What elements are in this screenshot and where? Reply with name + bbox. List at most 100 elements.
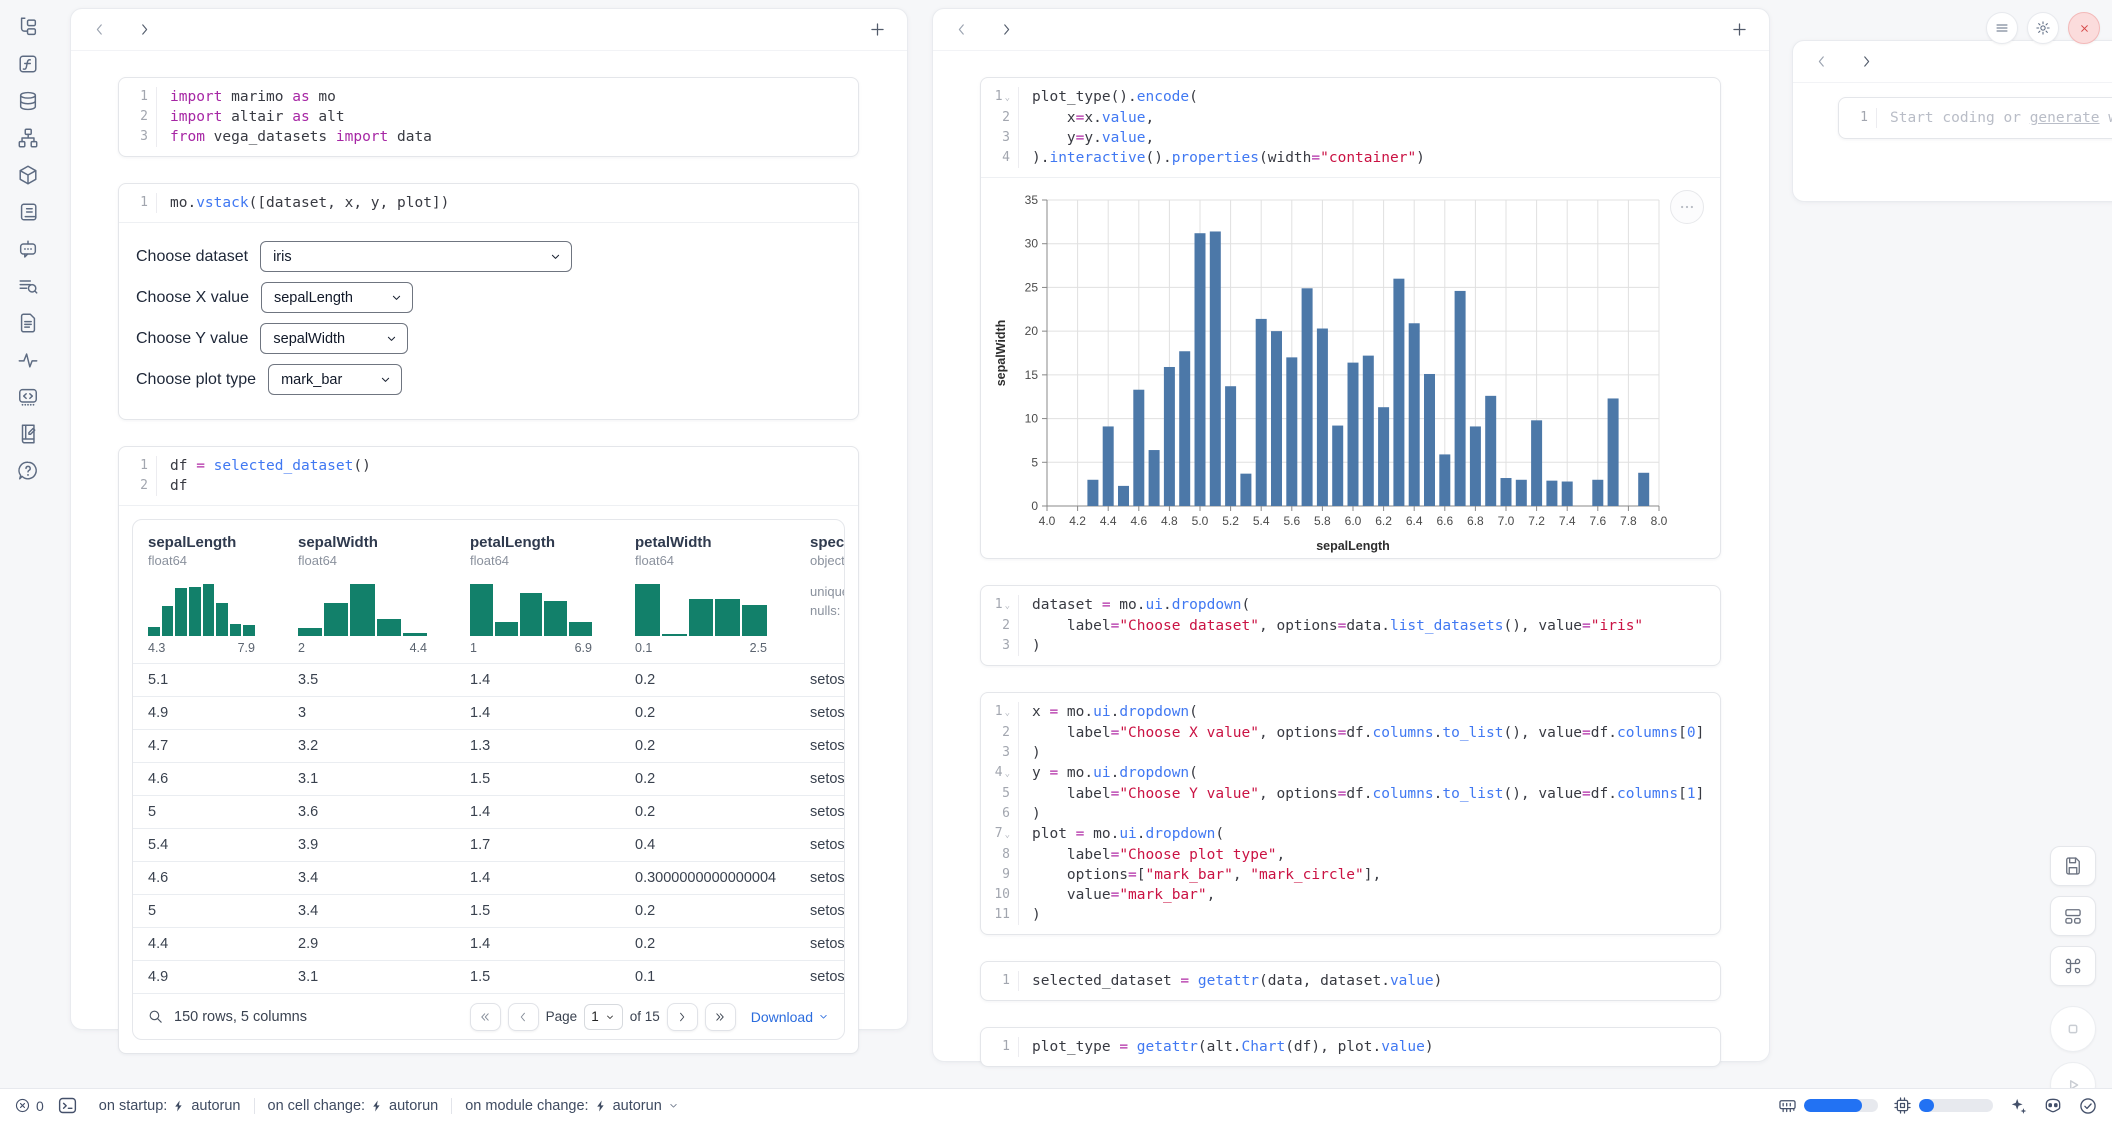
new-cell-editor[interactable]: 1 Start coding or generate with AI (1838, 97, 2112, 139)
dataframe-cell[interactable]: 1df = selected_dataset()2df sepalLengthf… (118, 446, 859, 1054)
packages-icon[interactable] (17, 164, 39, 186)
chart-menu-button[interactable] (1670, 190, 1704, 224)
table-column-petalWidth[interactable]: petalWidthfloat640.12.5 (620, 534, 795, 663)
search-icon[interactable] (147, 1008, 164, 1025)
outline-icon[interactable] (17, 386, 39, 408)
table-column-sepalLength[interactable]: sepalLengthfloat644.37.9 (133, 534, 283, 663)
ai-assist-button[interactable] (2008, 1096, 2028, 1116)
choose-x-value-select[interactable]: sepalLength (261, 282, 413, 313)
table-row[interactable]: 4.93.11.50.1setosa (133, 960, 844, 993)
table-row[interactable]: 4.63.41.40.3000000000000004setosa (133, 861, 844, 894)
activity-sidebar (0, 16, 56, 482)
memory-bar-fill (1804, 1099, 1862, 1112)
variables-icon[interactable] (17, 53, 39, 75)
altair-chart[interactable]: 4.04.24.44.64.85.05.25.45.65.86.06.26.46… (981, 178, 1720, 558)
lightning-icon (594, 1099, 608, 1113)
autorun-config[interactable]: on module change:autorun (465, 1098, 680, 1114)
close-button[interactable] (2068, 12, 2100, 44)
svg-text:5.0: 5.0 (1192, 514, 1209, 528)
table-row[interactable]: 5.43.91.70.4setosa (133, 828, 844, 861)
table-row[interactable]: 4.73.21.30.2setosa (133, 729, 844, 762)
dropdown-label: Choose plot type (136, 371, 256, 389)
column-forward-button[interactable] (1858, 53, 1875, 70)
svg-text:6.8: 6.8 (1467, 514, 1484, 528)
table-row[interactable]: 4.931.40.2setosa (133, 696, 844, 729)
layout-button[interactable] (2050, 896, 2096, 936)
plot-cell[interactable]: 1⌄plot_type().encode(2 x=x.value,3 y=y.v… (980, 77, 1721, 559)
dropdown-controls: Choose datasetirisChoose X valuesepalLen… (119, 223, 858, 419)
dependency-graph-icon[interactable] (17, 127, 39, 149)
add-cell-button[interactable] (868, 20, 887, 39)
copilot-button[interactable] (2043, 1096, 2063, 1116)
table-row[interactable]: 4.42.91.40.2setosa (133, 927, 844, 960)
table-row[interactable]: 53.61.40.2setosa (133, 795, 844, 828)
svg-text:sepalLength: sepalLength (1316, 539, 1390, 553)
logs-icon[interactable] (17, 275, 39, 297)
first-page-button[interactable] (470, 1003, 501, 1031)
cpu-icon (1893, 1096, 1912, 1115)
table-row[interactable]: 5.13.51.40.2setosa (133, 663, 844, 696)
table-header: sepalLengthfloat644.37.9sepalWidthfloat6… (133, 520, 844, 663)
imports-cell[interactable]: 1import marimo as mo2import altair as al… (118, 77, 859, 157)
svg-text:35: 35 (1025, 193, 1039, 207)
page-label: Page (546, 1009, 578, 1024)
table-column-species[interactable]: speciesobjectunique:nulls: (795, 534, 844, 663)
table-row[interactable]: 53.41.50.2setosa (133, 894, 844, 927)
help-icon[interactable] (17, 460, 39, 482)
table-column-petalLength[interactable]: petalLengthfloat6416.9 (455, 534, 620, 663)
column-back-button[interactable] (1813, 53, 1830, 70)
column-back-button[interactable] (91, 21, 108, 38)
file-explorer-icon[interactable] (17, 16, 39, 38)
next-page-button[interactable] (667, 1003, 698, 1031)
choose-y-value-select[interactable]: sepalWidth (260, 323, 408, 354)
stop-button[interactable] (2050, 1006, 2096, 1052)
command-palette-button[interactable] (2050, 946, 2096, 986)
download-button[interactable]: Download (751, 1009, 830, 1025)
dropdown-label: Choose X value (136, 289, 249, 307)
svg-text:15: 15 (1025, 368, 1039, 382)
svg-text:6.2: 6.2 (1375, 514, 1392, 528)
ai-chat-icon[interactable] (17, 238, 39, 260)
add-cell-button[interactable] (1730, 20, 1749, 39)
line-number: 1 (1839, 108, 1877, 128)
error-circle-icon (14, 1097, 31, 1114)
error-indicator[interactable]: 0 (14, 1097, 44, 1114)
column-forward-button[interactable] (136, 21, 153, 38)
svg-text:7.4: 7.4 (1559, 514, 1576, 528)
terminal-button[interactable] (57, 1095, 78, 1116)
lightning-icon (370, 1099, 384, 1113)
dataset-dropdown-cell[interactable]: 1⌄dataset = mo.ui.dropdown(2 label="Choo… (980, 585, 1721, 666)
tracing-icon[interactable] (17, 349, 39, 371)
choose-plot-type-select[interactable]: mark_bar (268, 364, 402, 395)
svg-text:5.8: 5.8 (1314, 514, 1331, 528)
last-page-button[interactable] (705, 1003, 736, 1031)
documentation-icon[interactable] (17, 201, 39, 223)
menu-button[interactable] (1986, 12, 2018, 44)
selected-dataset-cell[interactable]: 1selected_dataset = getattr(data, datase… (980, 961, 1721, 1001)
scratchpad-icon[interactable] (17, 423, 39, 445)
settings-button[interactable] (2027, 12, 2059, 44)
datasources-icon[interactable] (17, 90, 39, 112)
save-button[interactable] (2050, 846, 2096, 886)
connection-status-button[interactable] (2078, 1096, 2098, 1116)
lightning-icon (172, 1099, 186, 1113)
plot-type-cell[interactable]: 1plot_type = getattr(alt.Chart(df), plot… (980, 1027, 1721, 1067)
table-row[interactable]: 4.63.11.50.2setosa (133, 762, 844, 795)
autorun-config[interactable]: on startup:autorun (99, 1098, 241, 1114)
table-column-sepalWidth[interactable]: sepalWidthfloat6424.4 (283, 534, 455, 663)
column-forward-button[interactable] (998, 21, 1015, 38)
choose-dataset-select[interactable]: iris (260, 241, 572, 272)
generate-with-ai-link[interactable]: generate (2030, 110, 2100, 126)
snippets-icon[interactable] (17, 312, 39, 334)
page-select[interactable]: 1 (584, 1004, 623, 1030)
middle-column-header (933, 9, 1769, 51)
autorun-config[interactable]: on cell change:autorun (268, 1098, 439, 1114)
cpu-bar-fill (1919, 1099, 1934, 1112)
prev-page-button[interactable] (508, 1003, 539, 1031)
cpu-meter (1893, 1096, 1993, 1115)
svg-text:6.6: 6.6 (1436, 514, 1453, 528)
xy-plot-dropdown-cell[interactable]: 1⌄x = mo.ui.dropdown(2 label="Choose X v… (980, 692, 1721, 935)
vstack-cell[interactable]: 1mo.vstack([dataset, x, y, plot]) Choose… (118, 183, 859, 420)
svg-text:5.6: 5.6 (1283, 514, 1300, 528)
column-back-button[interactable] (953, 21, 970, 38)
